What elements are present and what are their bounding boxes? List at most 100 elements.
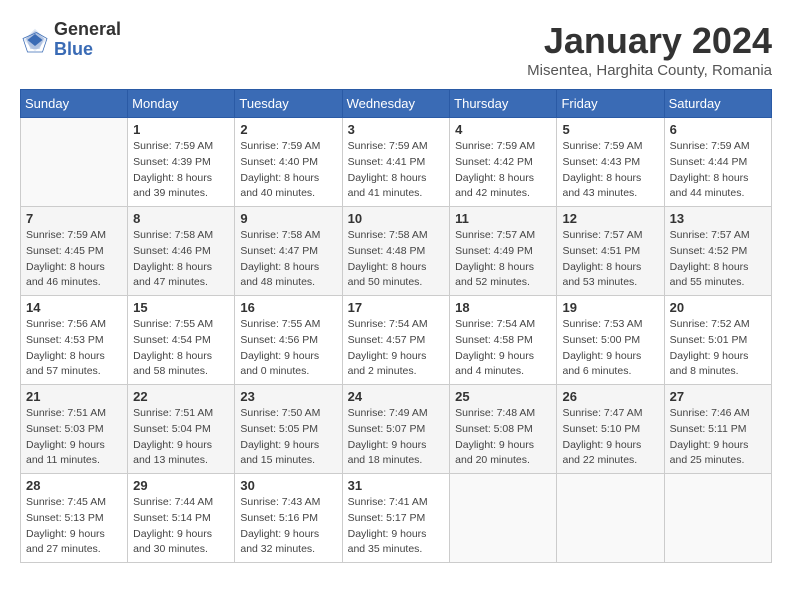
calendar-cell: 20Sunrise: 7:52 AMSunset: 5:01 PMDayligh… (664, 296, 771, 385)
day-info: Sunrise: 7:55 AMSunset: 4:56 PMDaylight:… (240, 317, 336, 380)
day-info: Sunrise: 7:41 AMSunset: 5:17 PMDaylight:… (348, 495, 445, 558)
calendar-cell: 13Sunrise: 7:57 AMSunset: 4:52 PMDayligh… (664, 207, 771, 296)
location: Misentea, Harghita County, Romania (527, 62, 772, 79)
day-number: 29 (133, 478, 229, 493)
day-number: 12 (562, 211, 658, 226)
logo: General Blue (20, 20, 121, 60)
logo-text: General Blue (54, 20, 121, 60)
day-number: 17 (348, 300, 445, 315)
day-number: 14 (26, 300, 122, 315)
header-day-monday: Monday (128, 90, 235, 118)
week-row-3: 14 Sunrise: 7:56 AMSunset: 4:53 PMDayligh… (21, 296, 772, 385)
logo-blue: Blue (54, 40, 121, 60)
day-number: 23 (240, 389, 336, 404)
day-info: Sunrise: 7:51 AMSunset: 5:04 PMDaylight:… (133, 406, 229, 469)
day-number: 25 (455, 389, 551, 404)
week-row-1: 1 Sunrise: 7:59 AMSunset: 4:39 PMDaylight… (21, 118, 772, 207)
title-section: January 2024 Misentea, Harghita County, … (527, 20, 772, 79)
day-number: 1 (133, 122, 229, 137)
day-number: 9 (240, 211, 336, 226)
day-info: Sunrise: 7:59 AMSunset: 4:44 PMDaylight:… (670, 139, 766, 202)
day-info: Sunrise: 7:54 AMSunset: 4:58 PMDaylight:… (455, 317, 551, 380)
day-number: 18 (455, 300, 551, 315)
day-number: 4 (455, 122, 551, 137)
day-info: Sunrise: 7:43 AMSunset: 5:16 PMDaylight:… (240, 495, 336, 558)
calendar-cell: 8Sunrise: 7:58 AMSunset: 4:46 PMDaylight… (128, 207, 235, 296)
calendar-cell: 9 Sunrise: 7:58 AMSunset: 4:47 PMDaylight… (235, 207, 342, 296)
calendar-cell: 16 Sunrise: 7:55 AMSunset: 4:56 PMDayligh… (235, 296, 342, 385)
calendar-cell: 10Sunrise: 7:58 AMSunset: 4:48 PMDayligh… (342, 207, 450, 296)
calendar-cell: 6 Sunrise: 7:59 AMSunset: 4:44 PMDaylight… (664, 118, 771, 207)
day-info: Sunrise: 7:57 AMSunset: 4:52 PMDaylight:… (670, 228, 766, 291)
logo-general: General (54, 20, 121, 40)
header-day-sunday: Sunday (21, 90, 128, 118)
calendar-cell: 22 Sunrise: 7:51 AMSunset: 5:04 PMDayligh… (128, 385, 235, 474)
calendar-cell: 5 Sunrise: 7:59 AMSunset: 4:43 PMDaylight… (557, 118, 664, 207)
day-number: 3 (348, 122, 445, 137)
calendar-cell: 23 Sunrise: 7:50 AMSunset: 5:05 PMDayligh… (235, 385, 342, 474)
calendar-cell: 24 Sunrise: 7:49 AMSunset: 5:07 PMDayligh… (342, 385, 450, 474)
day-info: Sunrise: 7:46 AMSunset: 5:11 PMDaylight:… (670, 406, 766, 469)
calendar-cell: 18 Sunrise: 7:54 AMSunset: 4:58 PMDayligh… (450, 296, 557, 385)
day-info: Sunrise: 7:58 AMSunset: 4:47 PMDaylight:… (240, 228, 336, 291)
day-info: Sunrise: 7:59 AMSunset: 4:41 PMDaylight:… (348, 139, 445, 202)
calendar-cell (450, 474, 557, 563)
header-day-tuesday: Tuesday (235, 90, 342, 118)
day-number: 16 (240, 300, 336, 315)
day-info: Sunrise: 7:57 AMSunset: 4:51 PMDaylight:… (562, 228, 658, 291)
calendar-cell: 4Sunrise: 7:59 AMSunset: 4:42 PMDaylight… (450, 118, 557, 207)
header-row: SundayMondayTuesdayWednesdayThursdayFrid… (21, 90, 772, 118)
day-number: 26 (562, 389, 658, 404)
calendar-cell: 19Sunrise: 7:53 AMSunset: 5:00 PMDayligh… (557, 296, 664, 385)
calendar-cell: 11 Sunrise: 7:57 AMSunset: 4:49 PMDayligh… (450, 207, 557, 296)
day-info: Sunrise: 7:44 AMSunset: 5:14 PMDaylight:… (133, 495, 229, 558)
calendar-cell: 15 Sunrise: 7:55 AMSunset: 4:54 PMDayligh… (128, 296, 235, 385)
calendar-cell: 3 Sunrise: 7:59 AMSunset: 4:41 PMDaylight… (342, 118, 450, 207)
calendar-cell: 31Sunrise: 7:41 AMSunset: 5:17 PMDayligh… (342, 474, 450, 563)
day-info: Sunrise: 7:48 AMSunset: 5:08 PMDaylight:… (455, 406, 551, 469)
calendar-cell: 2 Sunrise: 7:59 AMSunset: 4:40 PMDaylight… (235, 118, 342, 207)
day-info: Sunrise: 7:47 AMSunset: 5:10 PMDaylight:… (562, 406, 658, 469)
calendar-cell: 30 Sunrise: 7:43 AMSunset: 5:16 PMDayligh… (235, 474, 342, 563)
calendar-cell (21, 118, 128, 207)
day-info: Sunrise: 7:59 AMSunset: 4:43 PMDaylight:… (562, 139, 658, 202)
calendar-cell: 27Sunrise: 7:46 AMSunset: 5:11 PMDayligh… (664, 385, 771, 474)
month-title: January 2024 (527, 20, 772, 62)
calendar-cell: 17 Sunrise: 7:54 AMSunset: 4:57 PMDayligh… (342, 296, 450, 385)
day-info: Sunrise: 7:57 AMSunset: 4:49 PMDaylight:… (455, 228, 551, 291)
day-info: Sunrise: 7:49 AMSunset: 5:07 PMDaylight:… (348, 406, 445, 469)
day-number: 24 (348, 389, 445, 404)
calendar-cell: 26 Sunrise: 7:47 AMSunset: 5:10 PMDayligh… (557, 385, 664, 474)
day-number: 28 (26, 478, 122, 493)
day-number: 22 (133, 389, 229, 404)
day-number: 10 (348, 211, 445, 226)
day-info: Sunrise: 7:56 AMSunset: 4:53 PMDaylight:… (26, 317, 122, 380)
day-number: 6 (670, 122, 766, 137)
day-number: 11 (455, 211, 551, 226)
day-info: Sunrise: 7:59 AMSunset: 4:40 PMDaylight:… (240, 139, 336, 202)
day-info: Sunrise: 7:59 AMSunset: 4:39 PMDaylight:… (133, 139, 229, 202)
day-number: 2 (240, 122, 336, 137)
day-info: Sunrise: 7:55 AMSunset: 4:54 PMDaylight:… (133, 317, 229, 380)
day-number: 30 (240, 478, 336, 493)
day-info: Sunrise: 7:45 AMSunset: 5:13 PMDaylight:… (26, 495, 122, 558)
calendar-cell: 21 Sunrise: 7:51 AMSunset: 5:03 PMDayligh… (21, 385, 128, 474)
logo-icon (20, 25, 50, 55)
day-number: 5 (562, 122, 658, 137)
day-info: Sunrise: 7:50 AMSunset: 5:05 PMDaylight:… (240, 406, 336, 469)
calendar-table: SundayMondayTuesdayWednesdayThursdayFrid… (20, 89, 772, 563)
calendar-cell: 7Sunrise: 7:59 AMSunset: 4:45 PMDaylight… (21, 207, 128, 296)
day-number: 8 (133, 211, 229, 226)
calendar-cell: 14 Sunrise: 7:56 AMSunset: 4:53 PMDayligh… (21, 296, 128, 385)
day-number: 21 (26, 389, 122, 404)
calendar-cell: 29 Sunrise: 7:44 AMSunset: 5:14 PMDayligh… (128, 474, 235, 563)
day-info: Sunrise: 7:51 AMSunset: 5:03 PMDaylight:… (26, 406, 122, 469)
day-number: 7 (26, 211, 122, 226)
day-info: Sunrise: 7:53 AMSunset: 5:00 PMDaylight:… (562, 317, 658, 380)
day-number: 15 (133, 300, 229, 315)
day-info: Sunrise: 7:54 AMSunset: 4:57 PMDaylight:… (348, 317, 445, 380)
calendar-cell (557, 474, 664, 563)
day-number: 20 (670, 300, 766, 315)
calendar-cell: 1 Sunrise: 7:59 AMSunset: 4:39 PMDaylight… (128, 118, 235, 207)
header-day-saturday: Saturday (664, 90, 771, 118)
